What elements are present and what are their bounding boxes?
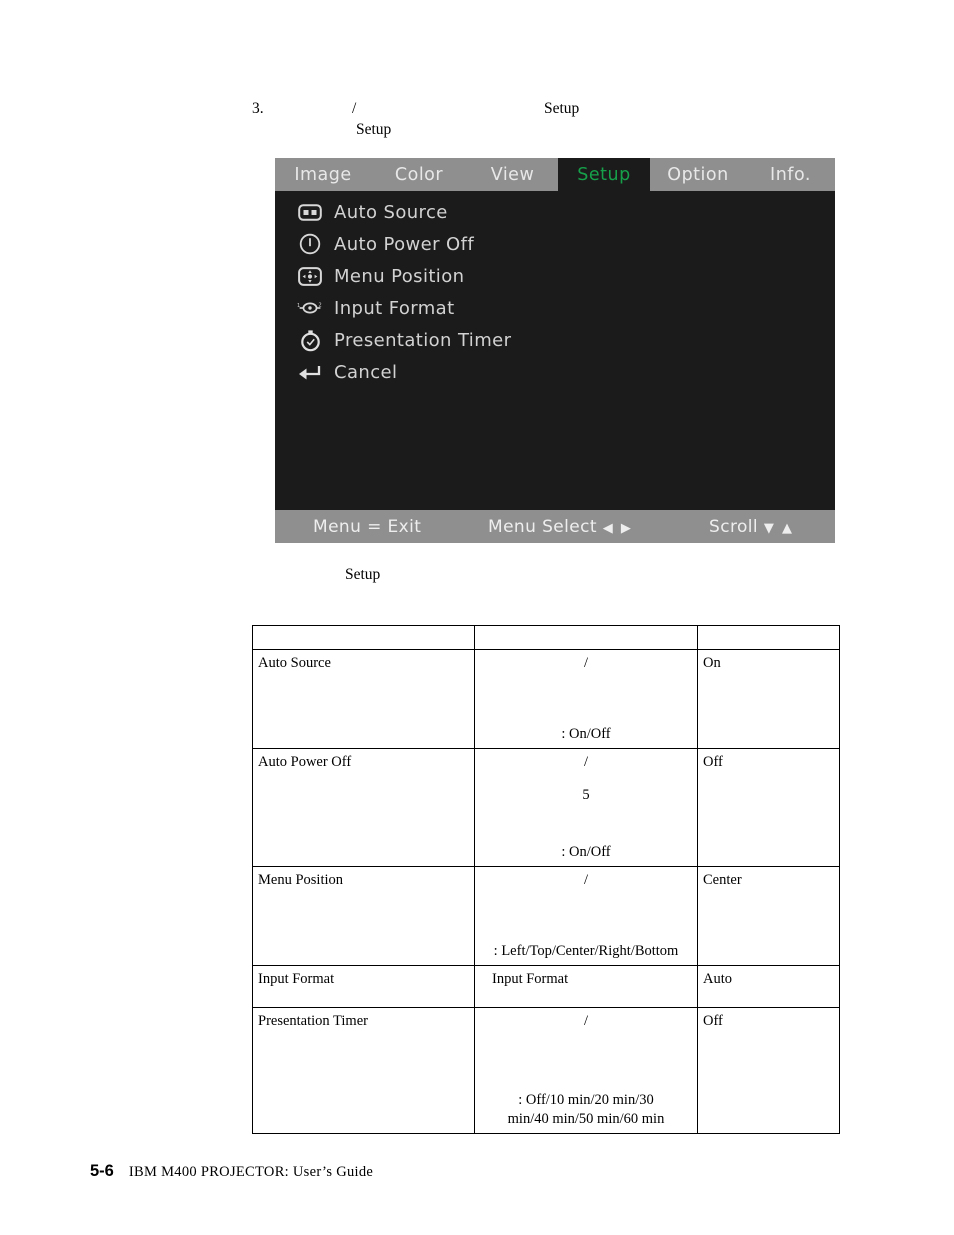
step-line-1: 3. / Setup — [252, 98, 852, 119]
menu-item-label: Menu Position — [334, 265, 465, 287]
menu-item-label: Auto Source — [334, 201, 448, 223]
menu-item-label: Presentation Timer — [334, 329, 512, 351]
row-desc-top: / — [583, 872, 589, 888]
osd-select-hint: Menu Select ◀ ▶ — [488, 517, 633, 537]
menu-item-label: Auto Power Off — [334, 233, 475, 255]
step-line-2: Setup — [356, 121, 392, 138]
footer-book-title: IBM M400 PROJECTOR: User’s Guide — [128, 1164, 374, 1180]
menu-item-label: Input Format — [334, 297, 455, 319]
table-header-name — [252, 625, 475, 650]
row-desc-spacer — [480, 673, 692, 725]
menu-item-input-format[interactable]: 1 2 Input Format — [275, 292, 835, 324]
menu-item-label: Cancel — [334, 361, 398, 383]
return-arrow-icon — [297, 360, 323, 384]
osd-menu-list: Auto Source Auto Power Off Menu Position… — [275, 191, 835, 510]
step-number: 3. — [252, 100, 264, 117]
row-desc-top: / — [583, 754, 589, 770]
row-default: On — [697, 649, 840, 749]
osd-select-arrows-icon: ◀ ▶ — [602, 520, 633, 536]
row-desc-spacer — [480, 989, 692, 1003]
svg-text:2: 2 — [319, 303, 323, 309]
step-segment-b: Setup — [544, 100, 580, 117]
row-desc-options: : On/Off — [561, 844, 611, 860]
row-desc-spacer — [480, 1031, 692, 1091]
menu-item-menu-position[interactable]: Menu Position — [275, 260, 835, 292]
menu-item-presentation-timer[interactable]: Presentation Timer — [275, 324, 835, 356]
osd-select-label: Menu Select — [488, 516, 597, 537]
osd-status-bar: Menu = Exit Menu Select ◀ ▶ Scroll ▼ ▲ — [275, 510, 835, 543]
row-default: Off — [697, 1007, 840, 1134]
table-header-default — [697, 625, 840, 650]
row-desc-spacer — [480, 805, 692, 843]
row-desc-options: : On/Off — [561, 726, 611, 742]
row-default: Off — [697, 748, 840, 867]
row-desc-options2: min/40 min/50 min/60 min — [507, 1111, 665, 1127]
row-default: Auto — [697, 965, 840, 1008]
row-desc-top: Input Format — [492, 971, 569, 987]
step-paragraph: 3. / Setup Setup — [252, 98, 852, 138]
tab-info[interactable]: Info. — [746, 158, 835, 191]
row-desc-mid: 5 — [582, 787, 590, 803]
osd-scroll-hint: Scroll ▼ ▲ — [709, 517, 794, 537]
row-description: / 5 : On/Off — [474, 748, 698, 867]
table-header-desc — [474, 625, 698, 650]
tab-color[interactable]: Color — [371, 158, 467, 191]
tab-setup[interactable]: Setup — [558, 158, 650, 191]
menu-item-auto-source[interactable]: Auto Source — [275, 196, 835, 228]
row-name: Auto Power Off — [252, 748, 475, 867]
table-row: Presentation Timer / : Off/10 min/20 min… — [252, 1007, 840, 1134]
osd-scroll-label: Scroll — [709, 516, 759, 537]
row-description: / : Left/Top/Center/Right/Bottom — [474, 866, 698, 966]
table-row: Auto Source / : On/Off On — [252, 649, 840, 749]
menu-item-auto-power-off[interactable]: Auto Power Off — [275, 228, 835, 260]
page-number: 5-6 — [90, 1162, 114, 1180]
table-header-row — [252, 625, 840, 650]
row-desc-options: : Left/Top/Center/Right/Bottom — [493, 943, 679, 959]
menu-item-cancel[interactable]: Cancel — [275, 356, 835, 388]
row-name: Presentation Timer — [252, 1007, 475, 1134]
row-description: / : On/Off — [474, 649, 698, 749]
menu-position-icon — [297, 264, 323, 288]
row-description: Input Format — [474, 965, 698, 1008]
row-desc-spacer — [480, 890, 692, 942]
table-row: Menu Position / : Left/Top/Center/Right/… — [252, 866, 840, 966]
page-footer: 5-6 IBM M400 PROJECTOR: User’s Guide — [90, 1162, 373, 1181]
row-desc-spacer — [480, 772, 692, 786]
tab-image[interactable]: Image — [275, 158, 371, 191]
power-off-icon — [297, 232, 323, 256]
step-segment-a: / — [352, 100, 357, 117]
table-row: Auto Power Off / 5 : On/Off Off — [252, 748, 840, 867]
row-desc-top: / — [583, 1013, 589, 1029]
row-desc-top: / — [583, 655, 589, 671]
timer-icon — [297, 328, 323, 352]
row-description: / : Off/10 min/20 min/30 min/40 min/50 m… — [474, 1007, 698, 1134]
input-format-icon: 1 2 — [297, 296, 323, 320]
row-name: Auto Source — [252, 649, 475, 749]
row-desc-options: : Off/10 min/20 min/30 — [518, 1092, 654, 1108]
auto-source-icon — [297, 200, 323, 224]
osd-scroll-arrows-icon: ▼ ▲ — [763, 520, 794, 536]
row-name: Input Format — [252, 965, 475, 1008]
osd-menu-panel: Image Color View Setup Option Info. Auto… — [275, 158, 835, 543]
table-row: Input Format Input Format Auto — [252, 965, 840, 1008]
osd-exit-hint: Menu = Exit — [313, 516, 422, 537]
row-default: Center — [697, 866, 840, 966]
setup-options-table: Auto Source / : On/Off On Auto Power Off… — [252, 625, 840, 1134]
osd-tab-bar: Image Color View Setup Option Info. — [275, 158, 835, 191]
row-name: Menu Position — [252, 866, 475, 966]
svg-text:1: 1 — [297, 303, 301, 309]
osd-caption: Setup — [345, 566, 381, 583]
tab-view[interactable]: View — [467, 158, 558, 191]
tab-option[interactable]: Option — [650, 158, 746, 191]
